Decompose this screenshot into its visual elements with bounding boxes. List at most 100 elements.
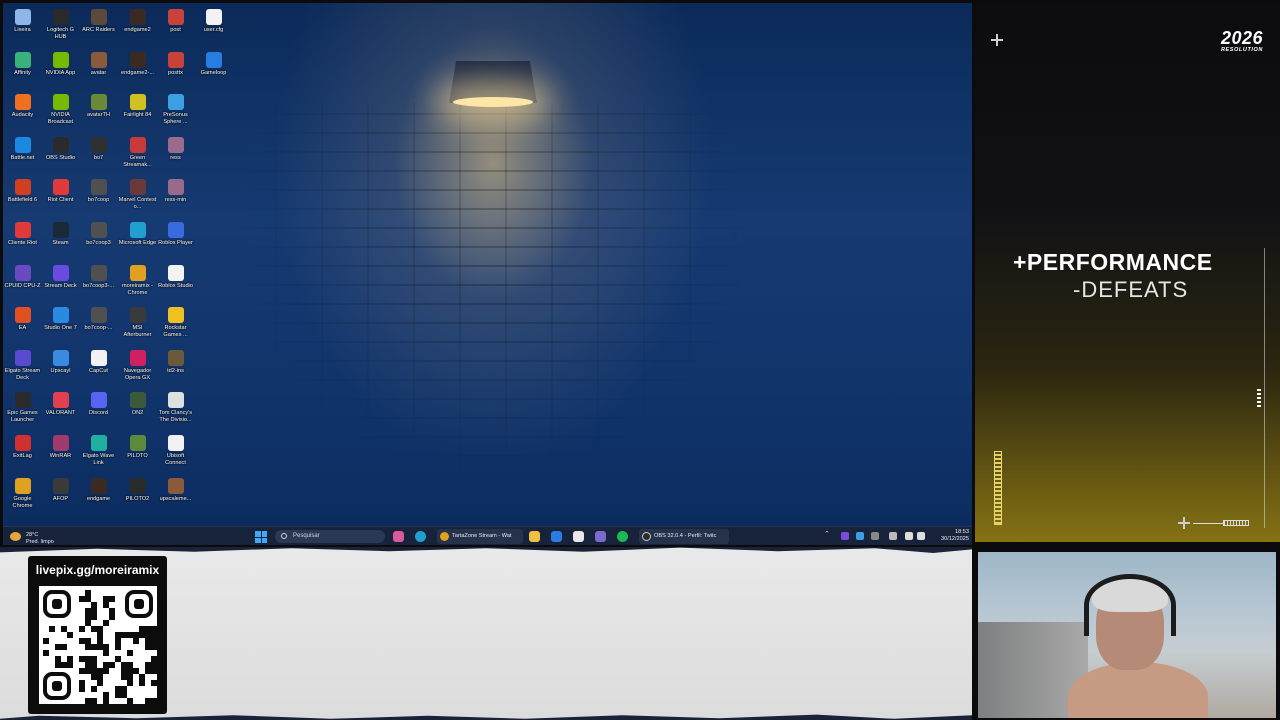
desktop-icon[interactable]: Upscayl	[41, 347, 80, 389]
spotify-icon[interactable]	[617, 531, 628, 542]
desktop-icon[interactable]: Gameloop	[194, 49, 233, 91]
desktop-icon-label: ress	[170, 154, 181, 161]
file-explorer-icon[interactable]	[529, 531, 540, 542]
desktop-icon[interactable]: Riot Client	[41, 176, 80, 218]
desktop-icon[interactable]: OBS Studio	[41, 134, 80, 176]
teams-icon[interactable]	[595, 531, 606, 542]
desktop-icon[interactable]: Audacity	[3, 91, 42, 133]
desktop-icon-label: OBS Studio	[45, 154, 76, 161]
desktop-icon[interactable]: Ubisoft Connect	[156, 432, 195, 474]
desktop-icon-label: Affinity	[14, 69, 31, 76]
app-icon	[90, 9, 107, 25]
desktop-icon[interactable]: Tom Clancy's The Divisio...	[156, 389, 195, 431]
desktop-icon[interactable]: ExitLag	[3, 432, 42, 474]
desktop-icon[interactable]: CPUID CPU-Z	[3, 262, 42, 304]
weather-desc: Pred. limpo	[26, 539, 54, 545]
desktop-icon[interactable]: bo7coop3	[79, 219, 118, 261]
desktop-icon[interactable]: ON2	[118, 389, 157, 431]
app-icon	[129, 264, 146, 281]
taskbar: 28°C Pred. limpo Pesquisar TartaZone Str…	[3, 526, 972, 545]
microphone-icon[interactable]	[889, 532, 897, 540]
desktop-icon[interactable]: Stream Deck	[41, 262, 80, 304]
desktop-icon[interactable]: Discord	[79, 389, 118, 431]
desktop-icon[interactable]: EA	[3, 304, 42, 346]
desktop-icon[interactable]: VALORANT	[41, 389, 80, 431]
taskbar-clock[interactable]: 18:53 30/12/2025	[931, 529, 969, 543]
desktop-icon[interactable]: Marvel Contest o...	[118, 176, 157, 218]
desktop-icon[interactable]: endgame2-...	[118, 49, 157, 91]
desktop-icon[interactable]: MSI Afterburner	[118, 304, 157, 346]
donation-banner: livepix.gg/moreiramix	[0, 547, 972, 720]
desktop-icon[interactable]: Navegador Opera GX	[118, 347, 157, 389]
desktop-icon[interactable]: Roblox Studio	[156, 262, 195, 304]
start-button[interactable]	[255, 531, 267, 543]
desktop-icon[interactable]: ress-min	[156, 176, 195, 218]
desktop-icon[interactable]: ress	[156, 134, 195, 176]
desktop-icon[interactable]: Studio One 7	[41, 304, 80, 346]
desktop-icon[interactable]: Steam	[41, 219, 80, 261]
desktop-icon[interactable]: bo7	[79, 134, 118, 176]
level-bar	[994, 451, 1002, 525]
desktop-icon[interactable]: AFOP	[41, 475, 80, 517]
desktop-icon-label: endgame2-...	[121, 69, 154, 76]
desktop-icon[interactable]: upscaleme...	[156, 475, 195, 517]
desktop-icon[interactable]: WinRAR	[41, 432, 80, 474]
task-chrome[interactable]: TartaZone Stream - Wat	[437, 529, 523, 544]
desktop-icon[interactable]: Cliente Riot	[3, 219, 42, 261]
clock-time: 18:53	[955, 529, 969, 535]
desktop-icon[interactable]: Google Chrome	[3, 475, 42, 517]
desktop-icon-label: posttx	[168, 69, 183, 76]
tray-app-icon[interactable]	[856, 532, 864, 540]
desktop-icon[interactable]: Microsoft Edge	[118, 219, 157, 261]
desktop-icon[interactable]: Roblox Player	[156, 219, 195, 261]
desktop-icon[interactable]: Green Streamak...	[118, 134, 157, 176]
app-icon	[14, 9, 31, 25]
desktop-icon[interactable]: bo7coop	[79, 176, 118, 218]
desktop-icon[interactable]: avatarTH	[79, 91, 118, 133]
brand-logo: 2026 RESOLUTION	[1205, 29, 1263, 55]
weather-widget[interactable]: 28°C Pred. limpo	[10, 530, 70, 545]
desktop-icon[interactable]: PILOTO	[118, 432, 157, 474]
desktop-icon[interactable]: avatar	[79, 49, 118, 91]
desktop-icon[interactable]: bo7coop3-...	[79, 262, 118, 304]
desktop-icon[interactable]: CapCut	[79, 347, 118, 389]
desktop-icon[interactable]: post	[156, 6, 195, 48]
desktop-icon[interactable]: bo7coop-...	[79, 304, 118, 346]
desktop-icon-label: avatar	[90, 69, 107, 76]
app-icon	[90, 392, 107, 409]
desktop-icon[interactable]: Epic Games Launcher	[3, 389, 42, 431]
desktop-icon[interactable]: Battle.net	[3, 134, 42, 176]
store-icon[interactable]	[573, 531, 584, 542]
desktop-icon[interactable]: Affinity	[3, 49, 42, 91]
desktop-icon[interactable]: ARC Raiders	[79, 6, 118, 48]
tray-app-icon[interactable]	[841, 532, 849, 540]
desktop-icon[interactable]: NVIDIA Broadcast	[41, 91, 80, 133]
desktop-icon[interactable]: user.cfg	[194, 6, 233, 48]
outlook-icon[interactable]	[551, 531, 562, 542]
desktop-icon[interactable]: Logitech G HUB	[41, 6, 80, 48]
desktop-icon[interactable]: endgame2	[118, 6, 157, 48]
tray-app-icon[interactable]	[871, 532, 879, 540]
copilot-icon[interactable]	[393, 531, 404, 542]
desktop-icon[interactable]: Elgato Wave Link	[79, 432, 118, 474]
app-icon	[52, 307, 69, 324]
volume-icon[interactable]	[917, 532, 925, 540]
desktop-icon[interactable]: posttx	[156, 49, 195, 91]
edge-icon[interactable]	[415, 531, 426, 542]
desktop-icon[interactable]: Fairlight 84	[118, 91, 157, 133]
desktop-icon[interactable]: PreSonus Sphere ...	[156, 91, 195, 133]
desktop-icon[interactable]: td2-ins	[156, 347, 195, 389]
desktop-icon[interactable]: Rockstar Games ...	[156, 304, 195, 346]
taskbar-search[interactable]: Pesquisar	[275, 530, 385, 543]
desktop-icon[interactable]: PILOTO2	[118, 475, 157, 517]
network-icon[interactable]	[905, 532, 913, 540]
desktop-icon[interactable]: Battlefield 6	[3, 176, 42, 218]
chevron-up-icon[interactable]: ⌃	[824, 530, 832, 538]
desktop-icon[interactable]: Elgato Stream Deck	[3, 347, 42, 389]
desktop-icon-label: WinRAR	[49, 453, 72, 459]
desktop-icon[interactable]: endgame	[79, 475, 118, 517]
desktop-icon[interactable]: Lixeira	[3, 6, 42, 48]
desktop-icon[interactable]: moreiramix - Chrome	[118, 262, 157, 304]
task-obs[interactable]: OBS 32.0.4 - Perfil: Twitc	[639, 529, 729, 544]
desktop-icon[interactable]: NVIDIA App	[41, 49, 80, 91]
